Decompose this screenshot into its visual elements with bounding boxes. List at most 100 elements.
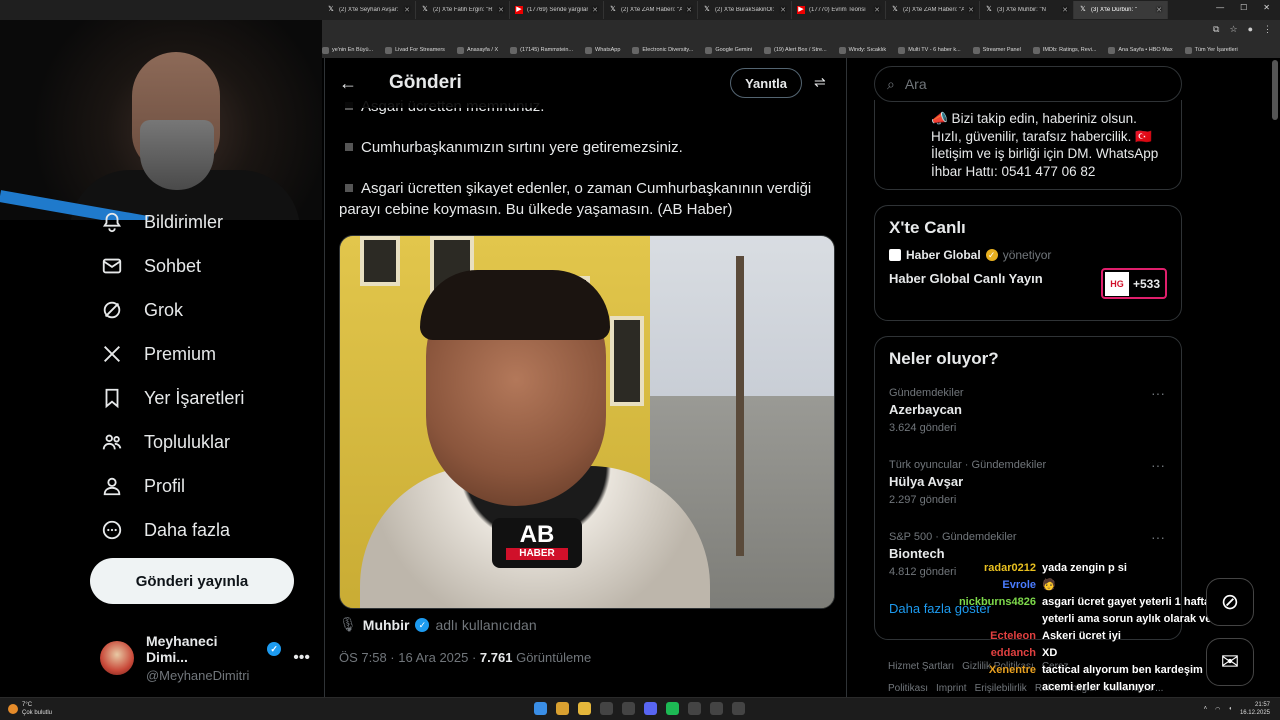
sliders-icon[interactable]: ⇌ bbox=[814, 74, 832, 92]
profile-icon[interactable]: ● bbox=[1248, 24, 1253, 35]
sidebar-item[interactable]: Profil bbox=[90, 464, 320, 508]
close-icon[interactable]: ✕ bbox=[1156, 6, 1162, 14]
extensions-icon[interactable]: ⧉ bbox=[1213, 24, 1219, 35]
post-time[interactable]: ÖS 7:58 · 16 Ara 2025 · bbox=[339, 650, 480, 665]
bookmark-item[interactable]: Ana Sayfa • HBO Max bbox=[1108, 46, 1173, 54]
trend-item[interactable]: Türk oyuncular · Gündemdekiler Hülya Avşa… bbox=[875, 451, 1181, 523]
live-role: yönetiyor bbox=[1002, 248, 1052, 262]
browser-tab[interactable]: ▶ (17770) Evrim Teorisi ✕ bbox=[792, 1, 886, 19]
webcam-person-beard bbox=[140, 120, 214, 190]
attribution-user[interactable]: Muhbir bbox=[363, 617, 410, 633]
scrollbar[interactable] bbox=[1272, 60, 1278, 120]
bookmark-item[interactable]: Windy: Sıcaklık bbox=[838, 46, 886, 54]
bookmark-item[interactable]: Anasayfa / X bbox=[456, 46, 499, 54]
reply-button[interactable]: Yanıtla bbox=[730, 68, 802, 98]
close-icon[interactable]: ✕ bbox=[498, 6, 504, 14]
page-title: Gönderi bbox=[389, 72, 462, 93]
epic-icon[interactable] bbox=[688, 702, 701, 715]
bookmark-item[interactable]: Multi TV - 6 haber k... bbox=[898, 46, 961, 54]
folder-icon[interactable] bbox=[578, 702, 591, 715]
bookmark-item[interactable]: Google Gemini bbox=[705, 46, 752, 54]
bookmark-item[interactable]: (19) Alert Box / Stre... bbox=[764, 46, 827, 54]
browser-tab[interactable]: 𝕏 (2) X'te Fatih Ergin: "R ✕ bbox=[416, 1, 510, 19]
tab-title: (17769) Sende yargılar bbox=[527, 7, 589, 13]
grok-icon bbox=[100, 298, 124, 322]
discord-icon[interactable] bbox=[644, 702, 657, 715]
menu-icon[interactable]: ⋮ bbox=[1263, 24, 1272, 35]
browser-tab-bar: 𝕏 (2) X'te Seyhan Avşar: ✕ 𝕏 (2) X'te Fatih … bbox=[0, 0, 1280, 20]
close-icon[interactable]: ✕ bbox=[592, 6, 598, 14]
bookmark-favicon-icon bbox=[1108, 46, 1116, 54]
trend-item[interactable]: Gündemdekiler Azerbaycan 3.624 gönderi ··· bbox=[875, 379, 1181, 451]
post-video[interactable]: AB HABER bbox=[339, 235, 835, 609]
close-window-icon[interactable]: ✕ bbox=[1263, 3, 1270, 12]
bookmark-item[interactable]: (17145) Rammstein... bbox=[510, 46, 573, 54]
sidebar-item[interactable]: Premium bbox=[90, 332, 320, 376]
bookmark-item[interactable]: WhatsApp bbox=[585, 46, 621, 54]
bookmark-item[interactable]: Tüm Yer İşaretleri bbox=[1184, 46, 1238, 54]
chrome-icon[interactable] bbox=[556, 702, 569, 715]
sidebar-item[interactable]: Daha fazla bbox=[90, 508, 320, 552]
search-input[interactable]: ⌕ Ara bbox=[874, 66, 1182, 102]
close-icon[interactable]: ✕ bbox=[874, 6, 880, 14]
bookmark-label: (19) Alert Box / Stre... bbox=[774, 47, 827, 53]
star-icon[interactable]: ☆ bbox=[1229, 24, 1237, 35]
sidebar-item[interactable]: Sohbet bbox=[90, 244, 320, 288]
bookmark-item[interactable]: IMDb: Ratings, Revi... bbox=[1032, 46, 1096, 54]
sidebar-item[interactable]: Yer İşaretleri bbox=[90, 376, 320, 420]
sidebar-item[interactable]: Bildirimler bbox=[90, 200, 320, 244]
close-icon[interactable]: ✕ bbox=[780, 6, 786, 14]
wifi-icon[interactable]: ◠ bbox=[1215, 706, 1220, 713]
close-icon[interactable]: ✕ bbox=[686, 6, 692, 14]
more-horizontal-icon[interactable]: ··· bbox=[1151, 529, 1165, 545]
post-button[interactable]: Gönderi yayınla bbox=[90, 558, 294, 604]
spotify-icon[interactable] bbox=[666, 702, 679, 715]
sidebar-item[interactable]: Topluluklar bbox=[90, 420, 320, 464]
back-arrow-icon[interactable]: ← bbox=[339, 73, 359, 93]
webcam-overlay bbox=[0, 20, 322, 220]
start-icon[interactable] bbox=[534, 702, 547, 715]
bookmark-item[interactable]: Streamer Panel bbox=[972, 46, 1021, 54]
browser-tab[interactable]: 𝕏 (2) X'te Seyhan Avşar: ✕ bbox=[322, 1, 416, 19]
weather-widget[interactable]: 7°C Çok bulutlu bbox=[8, 701, 52, 717]
maximize-icon[interactable]: ☐ bbox=[1240, 3, 1247, 12]
account-switcher[interactable]: Meyhaneci Dimi... ✓ @MeyhaneDimitri ••• bbox=[100, 633, 310, 683]
bookmark-item[interactable]: Electronic Diversity... bbox=[632, 46, 693, 54]
bookmark-favicon-icon bbox=[510, 46, 518, 54]
close-icon[interactable]: ✕ bbox=[1062, 6, 1068, 14]
browser-tab[interactable]: 𝕏 (2) X'te BurakSakinOl: ✕ bbox=[698, 1, 792, 19]
minimize-icon[interactable]: — bbox=[1216, 3, 1224, 12]
browser-tab[interactable]: 𝕏 (3) X'te Muhbir: "N ✕ bbox=[980, 1, 1074, 19]
browser-tab[interactable]: 𝕏 (2) X'te ZAM Haberi: "A ✕ bbox=[604, 1, 698, 19]
messages-button[interactable]: ✉ bbox=[1206, 638, 1254, 686]
close-icon[interactable]: ✕ bbox=[968, 6, 974, 14]
browser-tab[interactable]: 𝕏 (3) X'te Dürbün: " ✕ bbox=[1074, 1, 1168, 19]
close-icon[interactable]: ✕ bbox=[404, 6, 410, 14]
more-horizontal-icon[interactable]: ··· bbox=[1151, 385, 1165, 401]
chevron-up-icon[interactable]: ˄ bbox=[1204, 706, 1208, 712]
app-icon[interactable] bbox=[600, 702, 613, 715]
bookmark-label: WhatsApp bbox=[595, 47, 621, 53]
steam-icon[interactable] bbox=[622, 702, 635, 715]
sidebar-item-label: Sohbet bbox=[144, 255, 202, 276]
app-icon[interactable] bbox=[732, 702, 745, 715]
live-item[interactable]: Haber Global ✓ yönetiyor Haber Global Canl… bbox=[875, 248, 1181, 318]
browser-tab[interactable]: 𝕏 (2) X'te ZAM Haberi: "A ✕ bbox=[886, 1, 980, 19]
bookmark-item[interactable]: ye'nin En Büyü... bbox=[322, 46, 373, 54]
bookmark-label: Anasayfa / X bbox=[466, 47, 499, 53]
browser-tab[interactable]: ▶ (17769) Sende yargılar ✕ bbox=[510, 1, 604, 19]
trend-name: Hülya Avşar bbox=[889, 474, 964, 489]
clock-time: 21:57 bbox=[1254, 702, 1270, 708]
live-panel: X'te Canlı Haber Global ✓ yönetiyor Haber … bbox=[874, 205, 1182, 321]
video-window bbox=[360, 236, 400, 286]
more-horizontal-icon[interactable]: ••• bbox=[293, 649, 310, 667]
sidebar-item[interactable]: Grok bbox=[90, 288, 320, 332]
app-icon[interactable] bbox=[710, 702, 723, 715]
volume-icon[interactable]: ◖ bbox=[1228, 706, 1232, 712]
grok-button[interactable]: ⊘ bbox=[1206, 578, 1254, 626]
clock[interactable]: 21:57 16.12.2025 bbox=[1240, 701, 1270, 717]
live-host-row: Haber Global ✓ yönetiyor bbox=[889, 248, 1167, 262]
bookmark-item[interactable]: Livad For Streamers bbox=[385, 46, 445, 54]
more-horizontal-icon[interactable]: ··· bbox=[1151, 457, 1165, 473]
post-header: ← Gönderi Yanıtla ⇌ bbox=[325, 58, 846, 108]
